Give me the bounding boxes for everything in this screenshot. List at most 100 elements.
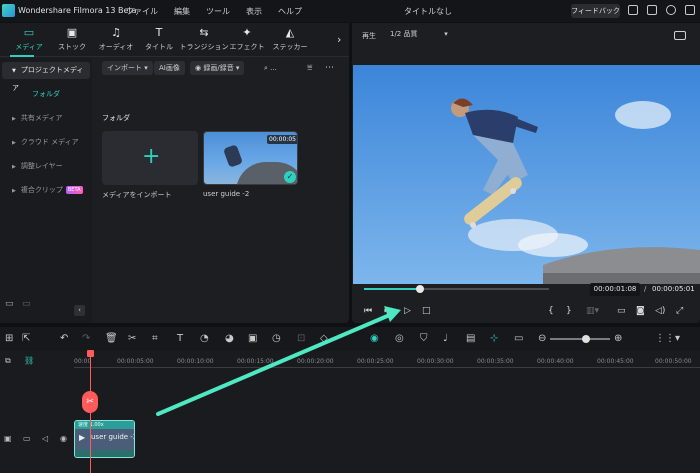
image-icon[interactable]	[674, 31, 686, 40]
quality-dropdown[interactable]: 1/2 品質 ▾	[390, 29, 448, 39]
sidebar-folder[interactable]: フォルダ	[0, 89, 92, 99]
mark-out-button[interactable]: }	[566, 306, 572, 316]
import-media-card[interactable]: +	[102, 131, 198, 185]
tab-audio[interactable]: ♫ オーディオ	[92, 27, 140, 52]
add-track-icon[interactable]: ⧉	[5, 356, 11, 366]
media-duration: 00:00:05	[267, 135, 297, 144]
caption-icon[interactable]: ▭	[514, 333, 523, 344]
snapshot-camera-icon[interactable]: ◙	[636, 306, 645, 316]
search-box[interactable]: ⌕ ...	[259, 61, 282, 75]
keyframe-icon[interactable]: ◇	[320, 333, 328, 344]
timeline-ruler[interactable]: 00:00 00:00:05:00 00:00:10:00 00:00:15:0…	[74, 354, 700, 368]
redo-icon[interactable]: ↷	[82, 333, 90, 344]
marker-icon[interactable]: ⛉	[420, 333, 428, 344]
split-scissors-button[interactable]: ✂	[82, 391, 98, 413]
stop-icon[interactable]: □	[422, 306, 431, 316]
crop-icon[interactable]: ⌗	[152, 333, 158, 344]
sidebar-item-shared-media[interactable]: ▶ 共有メディア	[2, 110, 90, 127]
dropdown-arrow-icon[interactable]: ▾	[675, 333, 680, 344]
chevron-right-icon[interactable]: ›	[337, 33, 341, 46]
monitor-icon[interactable]	[628, 5, 638, 15]
select-tool-icon[interactable]: ⇱	[22, 333, 30, 344]
filmora-logo-icon	[2, 4, 15, 17]
auto-ripple-icon[interactable]: ◉	[370, 333, 379, 344]
render-preview-icon[interactable]: ▭	[617, 306, 626, 316]
speed-icon[interactable]: ◔	[200, 333, 209, 344]
eye-icon[interactable]: ◉	[60, 434, 67, 443]
import-dropdown[interactable]: インポート ▾	[102, 61, 153, 75]
microphone-icon[interactable]: ♩	[443, 333, 448, 344]
fullscreen-icon[interactable]: ⤢	[676, 306, 683, 316]
zoom-slider-handle[interactable]	[582, 335, 590, 343]
feedback-button[interactable]: フィードバック	[571, 4, 620, 18]
tab-effect[interactable]: ✦ エフェクト	[223, 27, 271, 52]
more-options-icon[interactable]: ⋯	[320, 61, 339, 75]
zoom-out-icon[interactable]: ⊖	[538, 333, 546, 344]
stock-icon: ▣	[66, 26, 78, 39]
menu-view[interactable]: 表示	[246, 6, 262, 17]
media-icon: ▭	[23, 26, 35, 39]
color-palette-icon[interactable]: ◕	[225, 333, 234, 344]
sidebar-item-adjustment-layer[interactable]: ▶ 調整レイヤー	[2, 158, 90, 175]
new-folder-icon[interactable]: ▭	[5, 299, 14, 309]
filter-icon[interactable]: ⩸	[302, 61, 317, 75]
delete-icon[interactable]: 🗑	[105, 333, 118, 344]
ruler-tick: 00:00:50:00	[655, 358, 692, 365]
next-frame-icon[interactable]: ⏭	[384, 306, 392, 316]
playback-scrubber[interactable]	[364, 285, 549, 293]
menu-edit[interactable]: 編集	[174, 6, 190, 17]
undo-icon[interactable]: ↶	[60, 333, 68, 344]
zoom-in-icon[interactable]: ⊕	[614, 333, 622, 344]
split-screen-icon[interactable]: ⊹	[490, 333, 498, 344]
timeline-clip[interactable]: 速度 1.00x ▶ user guide -2	[74, 420, 135, 458]
snap-icon[interactable]: ◎	[395, 333, 404, 344]
fit-icon[interactable]: ⊡	[297, 333, 305, 344]
checkmark-icon: ✓	[284, 171, 296, 183]
ai-image-button[interactable]: AI画像	[154, 61, 185, 75]
menu-file[interactable]: ファイル	[126, 6, 158, 17]
scrubber-handle[interactable]	[415, 285, 424, 293]
play-icon[interactable]: ▷	[404, 306, 411, 316]
zoom-slider[interactable]	[550, 335, 610, 343]
volume-icon[interactable]: ◁)	[655, 306, 665, 316]
effect-sparkle-icon: ✦	[242, 26, 252, 39]
folder-icon[interactable]: ▭	[22, 299, 31, 309]
window-icon[interactable]	[685, 5, 695, 15]
sidebar-item-project-media[interactable]: ▼ プロジェクトメディア	[2, 62, 90, 92]
freeze-frame-icon[interactable]: ▣	[248, 333, 257, 344]
clip-name: user guide -2	[91, 433, 135, 441]
ruler-tick: 00:00:10:00	[177, 358, 214, 365]
video-preview	[353, 65, 700, 284]
folder-lock-icon[interactable]: ▭	[23, 434, 31, 443]
ruler-tick: 00:00:30:00	[417, 358, 454, 365]
record-dropdown[interactable]: ◉ 録画/録音 ▾	[190, 61, 245, 75]
tab-title[interactable]: T タイトル	[135, 27, 183, 52]
video-clip-icon: ▶	[79, 433, 86, 442]
cloud-icon[interactable]	[666, 5, 676, 15]
media-thumbnail[interactable]: 00:00:05 ✓	[203, 131, 298, 185]
scissors-icon[interactable]: ✂	[128, 333, 136, 344]
ruler-tick: 00:00:40:00	[537, 358, 574, 365]
text-tool-icon[interactable]: T	[177, 333, 183, 344]
timer-icon[interactable]: ◷	[272, 333, 281, 344]
tab-media[interactable]: ▭ メディア	[5, 27, 53, 52]
sidebar-item-cloud-media[interactable]: ▶ クラウド メディア	[2, 134, 90, 151]
ruler-tick: 00:00:25:00	[357, 358, 394, 365]
current-timecode: 00:00:01:08	[590, 283, 640, 296]
library-tabs: ▭ メディア ▣ ストック ♫ オーディオ T タイトル ⇆ トランジション ✦…	[0, 23, 349, 57]
sidebar-item-compound-clip[interactable]: ▶ 複合クリップ BETA	[2, 182, 90, 199]
display-settings-icon[interactable]: ▥▾	[586, 306, 599, 316]
tab-stock[interactable]: ▣ ストック	[48, 27, 96, 52]
collapse-sidebar-button[interactable]: ‹	[74, 305, 85, 316]
mute-icon[interactable]: ◁	[42, 434, 48, 443]
menu-help[interactable]: ヘルプ	[278, 6, 302, 17]
ai-voice-icon[interactable]: ▤	[466, 333, 475, 344]
save-icon[interactable]	[647, 5, 657, 15]
mark-in-button[interactable]: {	[548, 306, 554, 316]
previous-frame-icon[interactable]: ⏮	[364, 306, 372, 316]
menu-tools[interactable]: ツール	[206, 6, 230, 17]
layout-grid-icon[interactable]: ⊞	[5, 333, 13, 344]
grip-dots-icon[interactable]: ⋮⋮	[655, 333, 675, 344]
link-icon[interactable]: ⛓	[24, 356, 34, 365]
tab-sticker[interactable]: ◭ ステッカー	[266, 27, 314, 52]
